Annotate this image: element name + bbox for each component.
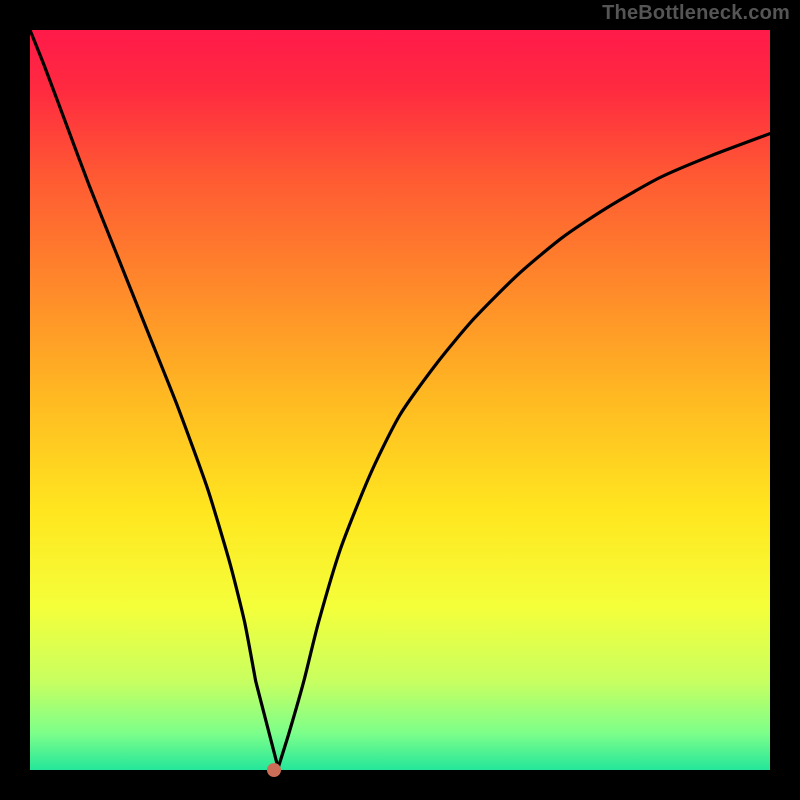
chart-svg — [30, 30, 770, 770]
watermark-text: TheBottleneck.com — [602, 2, 790, 25]
optimal-point-marker — [267, 763, 281, 777]
chart-frame: TheBottleneck.com — [0, 0, 800, 800]
gradient-background — [30, 30, 770, 770]
plot-area — [30, 30, 770, 770]
